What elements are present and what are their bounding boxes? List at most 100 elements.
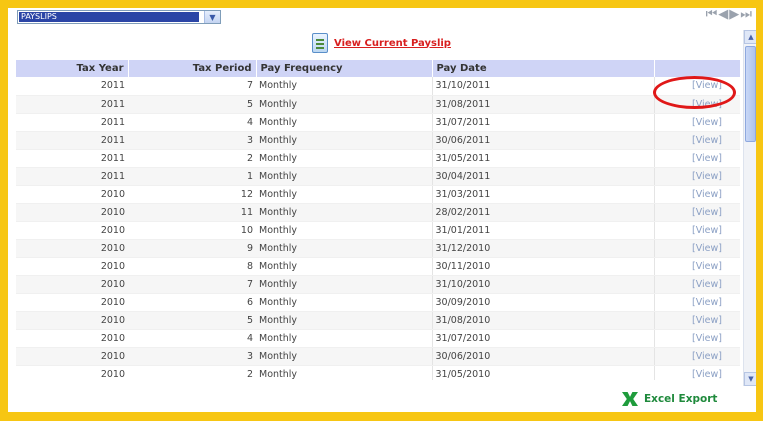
view-payslip-link[interactable]: [View] [692, 297, 722, 308]
view-current-payslip[interactable]: View Current Payslip [312, 33, 451, 53]
section-select[interactable]: PAYSLIPS ▼ [17, 10, 221, 24]
cell-view[interactable]: [View] [653, 347, 740, 366]
scroll-down-icon[interactable]: ▼ [744, 372, 756, 386]
col-pay-frequency[interactable]: Pay Frequency [256, 60, 433, 77]
cell-tax-period: 7 [128, 275, 256, 294]
table-row: 2010 8 Monthly 30/11/2010 [View] [16, 257, 740, 276]
chevron-down-icon[interactable]: ▼ [204, 11, 220, 23]
cell-tax-period: 5 [128, 311, 256, 330]
cell-tax-year: 2011 [16, 95, 128, 114]
next-page-icon[interactable]: ▶ [729, 8, 739, 22]
view-current-payslip-link[interactable]: View Current Payslip [334, 38, 451, 49]
cell-view[interactable]: [View] [653, 293, 740, 312]
view-payslip-link[interactable]: [View] [692, 189, 722, 200]
cell-view[interactable]: [View] [653, 203, 740, 222]
view-payslip-link[interactable]: [View] [692, 279, 722, 290]
cell-view[interactable]: [View] [653, 311, 740, 330]
table-row: 2011 2 Monthly 31/05/2011 [View] [16, 149, 740, 168]
view-payslip-link[interactable]: [View] [692, 351, 722, 362]
table-row: 2011 1 Monthly 30/04/2011 [View] [16, 167, 740, 186]
excel-export-label[interactable]: Excel Export [644, 393, 717, 405]
vertical-scrollbar[interactable]: ▲ ▼ [743, 30, 756, 386]
cell-pay-frequency: Monthly [256, 167, 432, 186]
cell-view[interactable]: [View] [653, 329, 740, 348]
cell-tax-year: 2010 [16, 239, 128, 258]
col-tax-year[interactable]: Tax Year [16, 60, 129, 77]
view-payslip-link[interactable]: [View] [692, 261, 722, 272]
cell-tax-year: 2010 [16, 347, 128, 366]
cell-pay-date: 30/04/2011 [431, 167, 654, 186]
excel-export[interactable]: Excel Export [622, 392, 717, 406]
view-payslip-link[interactable]: [View] [692, 225, 722, 236]
first-page-icon[interactable]: ⏮ [706, 8, 718, 22]
prev-page-icon[interactable]: ◀ [718, 8, 728, 22]
cell-tax-period: 10 [128, 221, 256, 240]
cell-pay-frequency: Monthly [256, 239, 432, 258]
cell-view[interactable]: [View] [653, 113, 740, 132]
cell-pay-frequency: Monthly [256, 257, 432, 276]
cell-tax-period: 3 [128, 347, 256, 366]
scroll-thumb[interactable] [745, 46, 756, 142]
table-row: 2010 6 Monthly 30/09/2010 [View] [16, 293, 740, 312]
table-row: 2010 11 Monthly 28/02/2011 [View] [16, 203, 740, 222]
table-row: 2011 3 Monthly 30/06/2011 [View] [16, 131, 740, 150]
cell-pay-frequency: Monthly [256, 275, 432, 294]
cell-tax-year: 2010 [16, 221, 128, 240]
table-row: 2010 7 Monthly 31/10/2010 [View] [16, 275, 740, 294]
view-payslip-link[interactable]: [View] [692, 207, 722, 218]
cell-pay-date: 31/10/2011 [431, 77, 654, 96]
cell-tax-year: 2010 [16, 185, 128, 204]
col-pay-date[interactable]: Pay Date [432, 60, 655, 77]
cell-pay-date: 31/03/2011 [431, 185, 654, 204]
cell-pay-date: 31/07/2011 [431, 113, 654, 132]
view-payslip-link[interactable]: [View] [692, 333, 722, 344]
table-row: 2010 12 Monthly 31/03/2011 [View] [16, 185, 740, 204]
cell-pay-frequency: Monthly [256, 311, 432, 330]
cell-pay-frequency: Monthly [256, 113, 432, 132]
cell-tax-year: 2011 [16, 167, 128, 186]
cell-pay-frequency: Monthly [256, 293, 432, 312]
cell-tax-period: 2 [128, 365, 256, 380]
cell-pay-frequency: Monthly [256, 329, 432, 348]
view-payslip-link[interactable]: [View] [692, 117, 722, 128]
cell-tax-year: 2010 [16, 257, 128, 276]
table-row: 2010 2 Monthly 31/05/2010 [View] [16, 365, 740, 380]
payslip-grid: Tax Year Tax Period Pay Frequency Pay Da… [16, 60, 740, 380]
cell-view[interactable]: [View] [653, 185, 740, 204]
scroll-up-icon[interactable]: ▲ [744, 30, 756, 44]
cell-view[interactable]: [View] [653, 131, 740, 150]
cell-tax-period: 9 [128, 239, 256, 258]
cell-tax-period: 1 [128, 167, 256, 186]
cell-tax-period: 4 [128, 329, 256, 348]
view-payslip-link[interactable]: [View] [692, 171, 722, 182]
table-row: 2011 7 Monthly 31/10/2011 [View] [16, 77, 740, 96]
cell-pay-frequency: Monthly [256, 185, 432, 204]
excel-icon [622, 392, 638, 406]
cell-view[interactable]: [View] [653, 149, 740, 168]
view-payslip-link[interactable]: [View] [692, 369, 722, 380]
cell-pay-date: 31/01/2011 [431, 221, 654, 240]
cell-tax-year: 2011 [16, 113, 128, 132]
cell-view[interactable]: [View] [653, 221, 740, 240]
cell-pay-frequency: Monthly [256, 95, 432, 114]
view-payslip-link[interactable]: [View] [692, 153, 722, 164]
col-tax-period[interactable]: Tax Period [128, 60, 257, 77]
pager: ⏮ ◀ ▶ ⏭ [706, 8, 752, 22]
cell-pay-date: 31/05/2010 [431, 365, 654, 380]
col-action [654, 60, 740, 77]
cell-pay-date: 31/05/2011 [431, 149, 654, 168]
cell-pay-frequency: Monthly [256, 131, 432, 150]
cell-view[interactable]: [View] [653, 365, 740, 380]
last-page-icon[interactable]: ⏭ [740, 8, 752, 22]
cell-view[interactable]: [View] [653, 167, 740, 186]
cell-view[interactable]: [View] [653, 239, 740, 258]
view-payslip-link[interactable]: [View] [692, 315, 722, 326]
view-payslip-link[interactable]: [View] [692, 135, 722, 146]
cell-pay-date: 31/08/2011 [431, 95, 654, 114]
cell-view[interactable]: [View] [653, 275, 740, 294]
cell-view[interactable]: [View] [653, 257, 740, 276]
view-payslip-link[interactable]: [View] [692, 243, 722, 254]
cell-pay-date: 31/12/2010 [431, 239, 654, 258]
cell-pay-frequency: Monthly [256, 347, 432, 366]
table-row: 2010 3 Monthly 30/06/2010 [View] [16, 347, 740, 366]
